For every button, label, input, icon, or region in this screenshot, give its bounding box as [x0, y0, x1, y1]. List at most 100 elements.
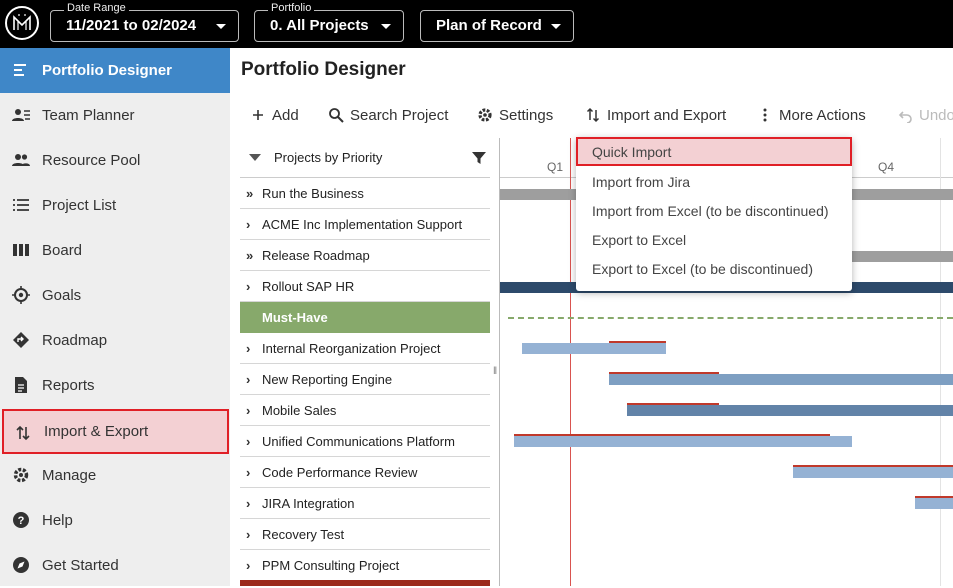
chevron-right-icon[interactable]: ›: [246, 527, 250, 542]
sidebar-item-manage[interactable]: Manage: [0, 453, 230, 498]
chevron-right-icon[interactable]: »: [246, 248, 253, 263]
table-row[interactable]: › Mobile Sales: [240, 395, 490, 426]
undo-button[interactable]: Undo: [897, 104, 953, 126]
app-logo[interactable]: [5, 6, 39, 40]
sidebar-item-goals[interactable]: Goals: [0, 273, 230, 318]
chevron-right-icon[interactable]: ›: [246, 434, 250, 449]
sidebar-item-portfolio-designer[interactable]: Portfolio Designer: [0, 48, 230, 93]
import-export-label: Import and Export: [607, 106, 727, 124]
sidebar: Portfolio Designer Team Planner Resource…: [0, 48, 230, 586]
search-project-button[interactable]: Search Project: [328, 104, 448, 126]
project-name: Code Performance Review: [262, 465, 418, 480]
sidebar-item-team-planner[interactable]: Team Planner: [0, 93, 230, 138]
menu-item-import-jira[interactable]: Import from Jira: [576, 167, 852, 196]
sidebar-item-label: Roadmap: [42, 332, 108, 349]
gantt-bar[interactable]: [793, 467, 953, 478]
gantt-bar[interactable]: [627, 405, 953, 416]
menu-item-quick-import[interactable]: Quick Import: [576, 137, 852, 166]
collapse-icon[interactable]: [249, 154, 261, 161]
gantt-bar[interactable]: [514, 436, 852, 447]
chevron-down-icon: [216, 24, 226, 29]
target-icon: [12, 286, 30, 304]
sidebar-item-resource-pool[interactable]: Resource Pool: [0, 138, 230, 183]
sidebar-item-label: Team Planner: [42, 107, 135, 124]
table-row[interactable]: › PPM Consulting Project: [240, 550, 490, 581]
sidebar-item-get-started[interactable]: Get Started: [0, 543, 230, 588]
project-name: Internal Reorganization Project: [262, 341, 441, 356]
chevron-right-icon[interactable]: ›: [246, 217, 250, 232]
table-row[interactable]: » Release Roadmap: [240, 240, 490, 271]
compass-icon: [13, 557, 29, 573]
sidebar-item-board[interactable]: Board: [0, 228, 230, 273]
menu-item-label: Export to Excel (to be discontinued): [592, 261, 814, 277]
plan-value: Plan of Record: [436, 17, 542, 34]
quarter-label: Q4: [878, 160, 895, 174]
table-row[interactable]: › Recovery Test: [240, 519, 490, 550]
menu-item-export-excel-old[interactable]: Export to Excel (to be discontinued): [576, 254, 852, 283]
list-icon: [13, 199, 29, 211]
table-row[interactable]: › New Reporting Engine: [240, 364, 490, 395]
portfolio-value: 0. All Projects: [270, 17, 369, 34]
report-icon: [15, 377, 27, 393]
group-row[interactable]: Must-Have: [240, 302, 490, 333]
project-name: Recovery Test: [262, 527, 345, 542]
project-name: ACME Inc Implementation Support: [262, 217, 463, 232]
chevron-right-icon[interactable]: ›: [246, 372, 250, 387]
sidebar-item-help[interactable]: ? Help: [0, 498, 230, 543]
filter-icon[interactable]: [472, 151, 486, 165]
sidebar-item-label: Portfolio Designer: [42, 62, 173, 79]
table-row[interactable]: › Internal Reorganization Project: [240, 333, 490, 364]
sidebar-item-roadmap[interactable]: Roadmap: [0, 318, 230, 363]
gantt-bar[interactable]: [609, 374, 953, 385]
menu-item-label: Quick Import: [592, 144, 672, 160]
table-row[interactable]: » Run the Business: [240, 178, 490, 209]
chevron-right-icon[interactable]: »: [246, 186, 253, 201]
settings-label: Settings: [499, 106, 554, 124]
project-name: JIRA Integration: [262, 496, 355, 511]
chevron-right-icon[interactable]: ›: [246, 558, 250, 573]
gear-icon: [13, 467, 29, 483]
settings-button[interactable]: Settings: [477, 104, 553, 126]
splitter-grip-icon[interactable]: ‖: [493, 366, 497, 377]
sidebar-item-label: Reports: [42, 377, 95, 394]
portfolio-label: Portfolio: [268, 2, 315, 14]
chevron-right-icon[interactable]: ›: [246, 279, 250, 294]
chevron-right-icon[interactable]: ›: [246, 341, 250, 356]
gantt-bar[interactable]: [915, 498, 953, 509]
sidebar-item-label: Board: [42, 242, 83, 259]
chevron-right-icon[interactable]: ›: [246, 496, 250, 511]
more-actions-button[interactable]: More Actions: [757, 104, 866, 126]
list-scroll-indicator: [240, 580, 490, 586]
project-name: PPM Consulting Project: [262, 558, 400, 573]
import-export-icon: [586, 107, 600, 123]
menu-item-import-excel[interactable]: Import from Excel (to be discontinued): [576, 196, 852, 225]
gantt-bar[interactable]: [522, 343, 666, 354]
add-label: Add: [272, 106, 299, 124]
import-export-icon: [16, 425, 30, 441]
sidebar-item-label: Get Started: [42, 557, 119, 574]
list-header-title: Projects by Priority: [274, 150, 383, 165]
sidebar-item-reports[interactable]: Reports: [0, 363, 230, 408]
menu-item-export-excel[interactable]: Export to Excel: [576, 225, 852, 254]
plan-select[interactable]: Plan of Record: [420, 10, 574, 42]
sidebar-item-label: Manage: [42, 467, 97, 484]
table-row[interactable]: › Rollout SAP HR: [240, 271, 490, 302]
quarter-label: Q1: [547, 160, 564, 174]
date-range-select[interactable]: Date Range 11/2021 to 02/2024: [50, 2, 239, 42]
chevron-right-icon[interactable]: ›: [246, 403, 250, 418]
import-export-button[interactable]: Import and Export: [585, 104, 726, 126]
table-row[interactable]: › ACME Inc Implementation Support: [240, 209, 490, 240]
table-row[interactable]: › Code Performance Review: [240, 457, 490, 488]
table-row[interactable]: › Unified Communications Platform: [240, 426, 490, 457]
table-row[interactable]: › JIRA Integration: [240, 488, 490, 519]
sidebar-item-label: Goals: [42, 287, 82, 304]
project-name: Must-Have: [262, 310, 328, 325]
sidebar-item-project-list[interactable]: Project List: [0, 183, 230, 228]
menu-item-label: Export to Excel: [592, 232, 687, 248]
add-button[interactable]: Add: [250, 104, 299, 126]
project-name: Rollout SAP HR: [262, 279, 355, 294]
portfolio-select[interactable]: Portfolio 0. All Projects: [254, 2, 404, 42]
sidebar-item-label: Resource Pool: [42, 152, 141, 169]
sidebar-item-import-export[interactable]: Import & Export: [2, 409, 229, 454]
chevron-right-icon[interactable]: ›: [246, 465, 250, 480]
